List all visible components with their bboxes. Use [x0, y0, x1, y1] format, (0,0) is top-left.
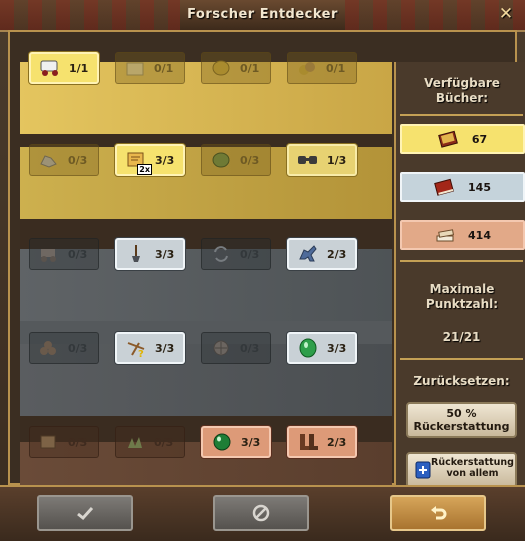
skill-count: 0/3 [240, 153, 260, 167]
no-entry-icon [252, 504, 270, 522]
skill-tile-emerald[interactable]: 3/3 [287, 332, 357, 364]
boots-icon [300, 434, 318, 450]
gold-book-icon [437, 130, 458, 148]
undo-arrow-icon [431, 506, 447, 520]
close-button[interactable]: ✕ [497, 5, 515, 23]
skill-tile-map-marker[interactable]: ? 3/3 [115, 332, 185, 364]
skill-count: 3/3 [155, 153, 175, 167]
skill-tile-compass[interactable]: 0/3 [201, 332, 271, 364]
coin-pile-icon [299, 62, 315, 75]
donkey-icon [299, 245, 317, 262]
refund-50-button[interactable]: 50 % Rückerstattung [406, 402, 517, 438]
skill-tile-crate[interactable]: 0/1 [115, 52, 185, 84]
binoculars-icon [298, 156, 317, 164]
skill-tile-gold-coin[interactable]: 0/1 [201, 52, 271, 84]
green-orb-icon [213, 433, 231, 451]
refresh-arrows-icon [214, 246, 228, 262]
refund-scroll-icon [415, 461, 431, 479]
explorer-skill-window: Forscher Entdecker ✕ Verfügbare Bücher: … [0, 0, 525, 541]
bronze-books-counter: 414 [400, 220, 525, 250]
skill-tile-donkey[interactable]: 2/3 [287, 238, 357, 270]
skill-count: 0/1 [154, 61, 174, 75]
title-bar: Forscher Entdecker ✕ [0, 0, 525, 32]
skill-count: 0/3 [68, 341, 88, 355]
refund-50-label: Rückerstattung [413, 420, 510, 433]
book-stack-icon [436, 229, 455, 242]
skill-tile-binoculars[interactable]: 1/3 [287, 144, 357, 176]
books-heading: Verfügbare Bücher: [424, 76, 500, 105]
silver-books-value: 145 [468, 180, 491, 194]
skill-count: 3/3 [241, 435, 261, 449]
skill-tile-green-orb[interactable]: 3/3 [201, 426, 271, 458]
refund-all-line1: Rückerstattung [431, 457, 514, 468]
action-bar [0, 485, 525, 541]
refund-50-percent: 50 % [446, 407, 477, 420]
skill-count: 1/3 [327, 153, 347, 167]
multiplier-badge: 2x [137, 164, 152, 175]
skill-count: 0/3 [240, 247, 260, 261]
divider [400, 358, 523, 360]
cart-icon [41, 249, 56, 262]
checkmark-icon [77, 506, 94, 521]
map-marker-question-icon: ? [127, 342, 145, 359]
skill-count: 2/3 [327, 435, 347, 449]
supply-wagon-icon [40, 60, 58, 76]
skill-count: 1/1 [69, 61, 89, 75]
crate-icon [126, 62, 144, 76]
skill-tile-map-roll[interactable]: 0/3 [29, 426, 99, 458]
skill-tile-shovel[interactable]: 3/3 [115, 238, 185, 270]
confirm-button[interactable] [37, 495, 133, 531]
map-roll-icon [40, 435, 56, 449]
window-title: Forscher Entdecker [187, 7, 338, 22]
emerald-icon [299, 338, 317, 358]
skill-tile-ore[interactable]: 0/3 [29, 144, 99, 176]
skill-tile-treasure-map[interactable]: 2x 3/3 [115, 144, 185, 176]
gold-books-value: 67 [471, 132, 488, 146]
skill-tile-green-gem[interactable]: 0/3 [201, 144, 271, 176]
compass-icon [213, 340, 229, 356]
herbs-icon [128, 437, 142, 448]
skill-count: 0/1 [240, 61, 260, 75]
skill-tile-cart[interactable]: 0/3 [29, 238, 99, 270]
green-gem-icon [212, 152, 230, 168]
skill-count: 2/3 [327, 247, 347, 261]
skill-tile-logs[interactable]: 0/3 [29, 332, 99, 364]
skill-count: 0/3 [68, 247, 88, 261]
red-book-icon [434, 178, 454, 196]
shovel-icon [132, 245, 140, 262]
silver-books-counter: 145 [400, 172, 525, 202]
svg-text:?: ? [138, 349, 144, 359]
skill-count: 0/1 [326, 61, 346, 75]
cancel-button[interactable] [213, 495, 309, 531]
max-points-value: 21/21 [442, 330, 481, 344]
skill-count: 0/3 [240, 341, 260, 355]
divider [400, 260, 523, 262]
skill-count: 3/3 [327, 341, 347, 355]
skill-tile-supply-wagon[interactable]: 1/1 [29, 52, 99, 84]
skill-tile-refresh[interactable]: 0/3 [201, 238, 271, 270]
logs-icon [40, 341, 56, 355]
skill-tile-herbs[interactable]: 0/3 [115, 426, 185, 458]
refund-all-button[interactable]: Rückerstattung von allem [406, 452, 517, 488]
divider [400, 114, 523, 116]
bronze-books-value: 414 [468, 228, 491, 242]
ore-icon [40, 155, 57, 168]
gold-books-counter: 67 [400, 124, 525, 154]
skill-count: 0/3 [154, 435, 174, 449]
max-points-heading: Maximale Punktzahl: [425, 282, 499, 311]
skill-count: 3/3 [155, 341, 175, 355]
gold-coin-icon [212, 60, 230, 76]
skill-tile-boots[interactable]: 2/3 [287, 426, 357, 458]
side-panel: Verfügbare Bücher: 67 145 414 Maximale P… [394, 62, 525, 517]
refund-all-line2: von allem [446, 468, 499, 479]
skill-count: 3/3 [155, 247, 175, 261]
undo-button[interactable] [390, 495, 486, 531]
skill-count: 0/3 [68, 153, 88, 167]
skill-tile-coin-pile[interactable]: 0/1 [287, 52, 357, 84]
reset-heading: Zurücksetzen: [413, 374, 510, 388]
skill-count: 0/3 [68, 435, 88, 449]
